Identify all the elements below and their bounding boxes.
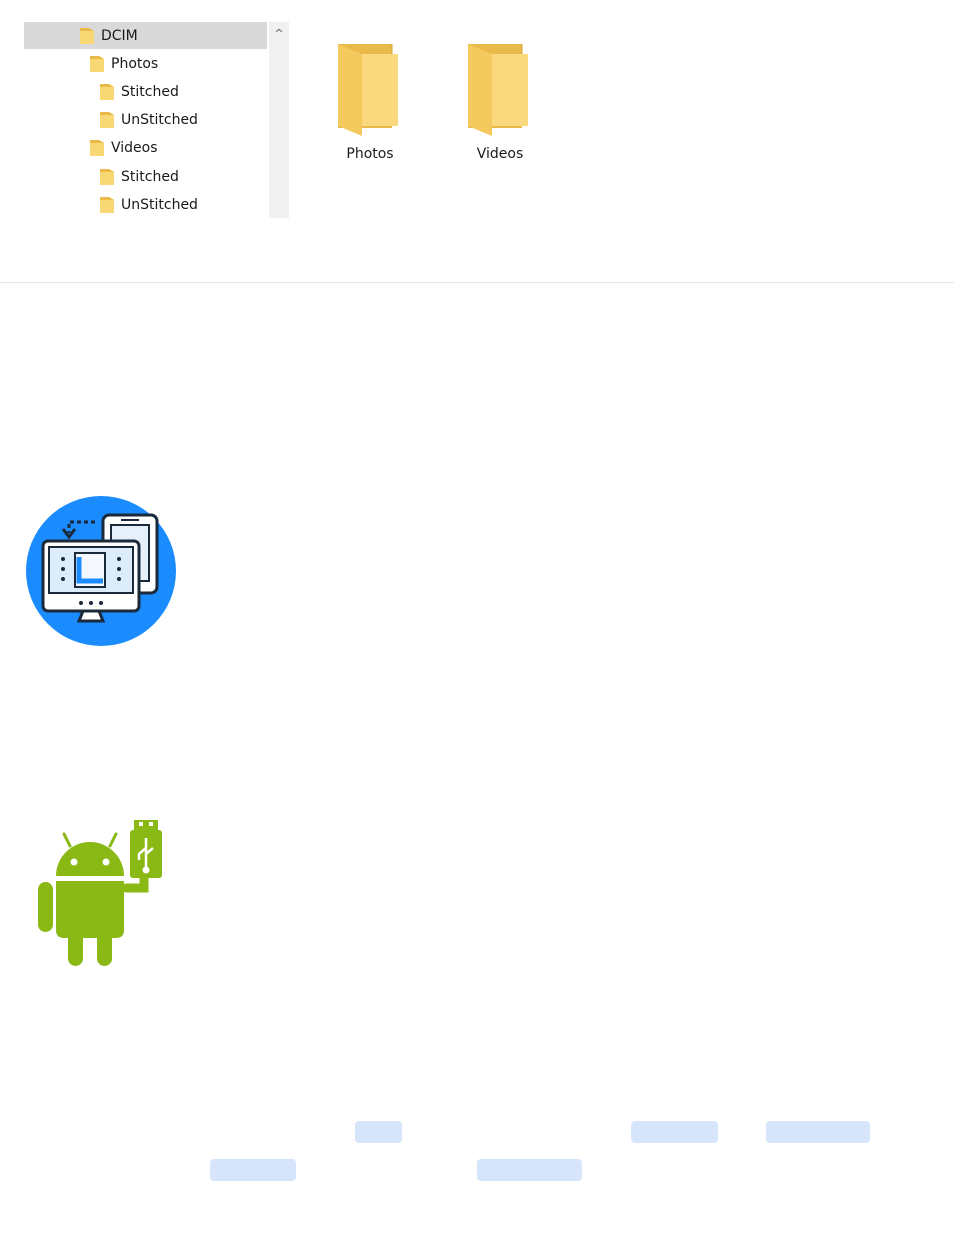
- folder-icon: [90, 140, 104, 156]
- link-highlight[interactable]: [477, 1159, 582, 1181]
- folder-label: Photos: [346, 146, 394, 162]
- folder-tree: DCIM Photos Stitched UnStitched Videos S…: [24, 22, 270, 218]
- folder-label: Videos: [476, 146, 524, 162]
- folder-icon: [100, 169, 114, 185]
- file-explorer: DCIM Photos Stitched UnStitched Videos S…: [24, 22, 544, 222]
- link-highlight[interactable]: [766, 1121, 870, 1143]
- tree-item-label: UnStitched: [121, 196, 198, 213]
- tree-item-label: Stitched: [121, 168, 179, 185]
- scroll-up-button[interactable]: ^: [269, 22, 289, 44]
- chevron-up-icon: ^: [274, 26, 284, 40]
- folder-icon: [100, 197, 114, 213]
- folder-item-videos[interactable]: Videos: [445, 40, 555, 162]
- large-folder-icon: [338, 44, 398, 136]
- android-usb-icon: [36, 818, 164, 968]
- tree-item-videos-unstitched[interactable]: UnStitched: [24, 191, 267, 218]
- large-folder-icon: [468, 44, 528, 136]
- folder-icon: [90, 56, 104, 72]
- tree-item-videos[interactable]: Videos: [24, 134, 267, 161]
- pc-phone-transfer-icon: [25, 495, 177, 647]
- folder-icon: [100, 112, 114, 128]
- tree-item-label: Stitched: [121, 83, 179, 100]
- tree-scrollbar[interactable]: ^: [269, 22, 289, 218]
- tree-item-label: UnStitched: [121, 111, 198, 128]
- section-divider: [0, 282, 954, 283]
- tree-item-photos[interactable]: Photos: [24, 50, 267, 77]
- folder-icon: [80, 28, 94, 44]
- folder-item-photos[interactable]: Photos: [315, 40, 425, 162]
- tree-item-label: Videos: [111, 139, 158, 156]
- tree-item-dcim[interactable]: DCIM: [24, 22, 267, 49]
- folder-icon: [100, 84, 114, 100]
- tree-item-label: DCIM: [101, 27, 138, 44]
- link-highlight[interactable]: [631, 1121, 718, 1143]
- tree-item-photos-stitched[interactable]: Stitched: [24, 78, 267, 105]
- link-highlight[interactable]: [210, 1159, 296, 1181]
- tree-item-videos-stitched[interactable]: Stitched: [24, 163, 267, 190]
- tree-item-label: Photos: [111, 55, 159, 72]
- link-highlight[interactable]: [355, 1121, 402, 1143]
- tree-item-photos-unstitched[interactable]: UnStitched: [24, 106, 267, 133]
